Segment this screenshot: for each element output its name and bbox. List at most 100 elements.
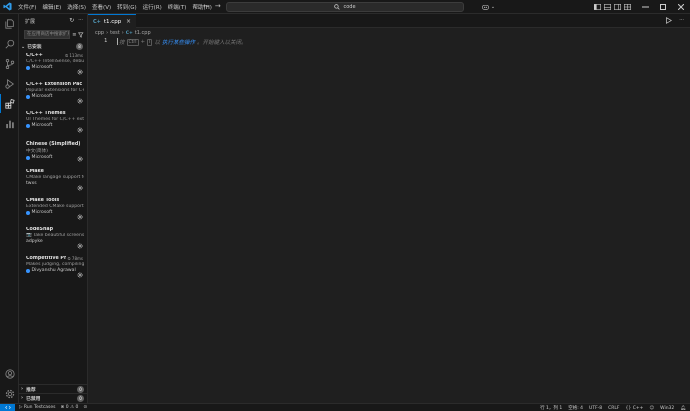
chevron-right-icon: › bbox=[21, 386, 24, 392]
extension-name: CodeSnap bbox=[26, 227, 54, 232]
disabled-count-badge: 0 bbox=[77, 395, 84, 402]
keybinding-key: I bbox=[147, 38, 153, 46]
maximize-icon[interactable] bbox=[654, 0, 672, 14]
encoding[interactable]: UTF-8 bbox=[589, 406, 602, 411]
extension-item[interactable]: C/C++ Extension Pack Popular extensions … bbox=[19, 80, 87, 109]
breadcrumb-item[interactable]: test bbox=[110, 30, 120, 36]
extension-description: Makes judging, compiling, and downloadin… bbox=[26, 262, 84, 267]
extension-item[interactable]: C/C++ Themes UI Themes for C/C++ extensi… bbox=[19, 109, 87, 138]
extension-description: Popular extensions for C++ development i… bbox=[26, 88, 84, 93]
vscode-logo-icon bbox=[0, 0, 14, 14]
chevron-down-icon[interactable]: ⌄ bbox=[490, 0, 496, 14]
empty-editor-hint: 按 Ctrl + I 以 执行某些操作 。开始键入以关闭。 bbox=[119, 38, 247, 46]
menu-edit[interactable]: 编辑(E) bbox=[39, 3, 64, 11]
more-actions-icon[interactable]: ··· bbox=[679, 17, 684, 24]
hint-action-link[interactable]: 执行某些操作 bbox=[162, 38, 195, 46]
extensions-list: C/C++ ⏲ 113ms C/C++ IntelliSense, debugg… bbox=[19, 51, 87, 283]
cpp-file-icon: C+ bbox=[125, 30, 133, 36]
manage-gear-icon[interactable] bbox=[77, 214, 83, 220]
manage-gear-icon[interactable] bbox=[77, 156, 83, 162]
remote-indicator-icon[interactable] bbox=[0, 403, 15, 411]
filter-icon[interactable] bbox=[78, 32, 84, 38]
extensions-search-input[interactable]: 在应用商店中搜索扩展 bbox=[24, 30, 71, 39]
menu-run[interactable]: 运行(R) bbox=[140, 3, 165, 11]
code-editor[interactable]: 1 按 Ctrl + I 以 执行某些操作 。开始键入以关闭。 bbox=[88, 37, 690, 403]
manage-gear-icon[interactable] bbox=[77, 243, 83, 249]
account-icon[interactable] bbox=[0, 364, 19, 383]
manage-gear-icon[interactable] bbox=[77, 127, 83, 133]
menu-terminal[interactable]: 终端(T) bbox=[165, 3, 190, 11]
toggle-primary-sidebar-icon[interactable] bbox=[592, 0, 602, 14]
manage-gear-icon[interactable] bbox=[77, 98, 83, 104]
extension-item[interactable]: Competitive Programming Helper (cph) ⏲ 7… bbox=[19, 254, 87, 283]
indentation[interactable]: 空格: 4 bbox=[568, 405, 583, 411]
manage-gear-icon[interactable] bbox=[77, 272, 83, 278]
toggle-panel-icon[interactable] bbox=[602, 0, 612, 14]
menu-go[interactable]: 转到(G) bbox=[114, 3, 140, 11]
clear-filter-icon[interactable]: ≡ bbox=[72, 32, 76, 38]
settings-gear-icon[interactable] bbox=[0, 384, 19, 403]
close-window-icon[interactable] bbox=[672, 0, 690, 14]
extension-name: C/C++ Themes bbox=[26, 111, 66, 116]
copilot-status-icon[interactable]: ☺ bbox=[649, 406, 654, 411]
language-mode[interactable]: {} C++ bbox=[626, 406, 644, 411]
tab-t1-cpp[interactable]: C+ t1.cpp × bbox=[88, 14, 136, 28]
recommended-section-header[interactable]: › 推荐 0 bbox=[19, 384, 88, 393]
menu-view[interactable]: 查看(V) bbox=[89, 3, 114, 11]
run-debug-icon[interactable] bbox=[0, 74, 19, 93]
source-control-icon[interactable] bbox=[0, 54, 19, 73]
problems-indicator[interactable]: ⊗ 0 ⚠ 0 bbox=[61, 405, 79, 410]
extension-item[interactable]: CMake CMake langage support for Visual S… bbox=[19, 167, 87, 196]
extension-publisher: twxs bbox=[26, 181, 37, 186]
customize-layout-icon[interactable] bbox=[622, 0, 632, 14]
recommended-count-badge: 0 bbox=[77, 386, 84, 393]
forward-arrow-icon[interactable]: → bbox=[215, 2, 221, 10]
manage-gear-icon[interactable] bbox=[77, 185, 83, 191]
breadcrumb-item[interactable]: t1.cpp bbox=[135, 30, 151, 36]
broadcast-icon[interactable]: ⊙ bbox=[83, 405, 87, 410]
explorer-icon[interactable] bbox=[0, 14, 19, 33]
chevron-down-icon: ⌄ bbox=[21, 43, 26, 50]
minimize-icon[interactable] bbox=[636, 0, 654, 14]
manage-gear-icon[interactable] bbox=[77, 69, 83, 75]
extension-item[interactable]: CodeSnap 📷 Take beautiful screenshots of… bbox=[19, 225, 87, 254]
command-center-text: code bbox=[343, 4, 356, 10]
disabled-label: 已禁用 bbox=[26, 396, 41, 402]
extension-item[interactable]: CMake Tools Extended CMake support in Vi… bbox=[19, 196, 87, 225]
verified-badge-icon bbox=[26, 65, 30, 70]
copilot-icon[interactable] bbox=[480, 0, 490, 14]
run-code-icon[interactable] bbox=[665, 17, 673, 24]
more-actions-icon[interactable]: ··· bbox=[78, 17, 83, 24]
extension-name: C/C++ Extension Pack bbox=[26, 82, 82, 87]
back-arrow-icon[interactable]: ← bbox=[203, 2, 209, 10]
platform[interactable]: Win32 bbox=[660, 406, 674, 411]
command-center-search[interactable]: code bbox=[226, 2, 464, 12]
extension-publisher: Microsoft bbox=[31, 94, 53, 99]
extension-name: CMake Tools bbox=[26, 198, 60, 203]
end-of-line[interactable]: CRLF bbox=[608, 406, 619, 411]
extension-item[interactable]: Chinese (Simplified) (简体中文) 中文(简体) Micro… bbox=[19, 138, 87, 167]
tab-label: t1.cpp bbox=[103, 18, 122, 25]
disabled-section-header[interactable]: › 已禁用 0 bbox=[19, 393, 88, 402]
refresh-icon[interactable]: ↻ bbox=[69, 17, 74, 24]
extension-description: CMake langage support for Visual Studio … bbox=[26, 175, 84, 180]
breadcrumb: cpp › test › C+ t1.cpp bbox=[95, 29, 151, 37]
close-icon[interactable]: × bbox=[126, 18, 131, 25]
cursor-position[interactable]: 行 1，列 1 bbox=[540, 405, 562, 411]
run-testcases-button[interactable]: ▷ Run Testcases bbox=[19, 405, 56, 410]
breadcrumb-item[interactable]: cpp bbox=[95, 30, 104, 36]
toggle-secondary-sidebar-icon[interactable] bbox=[612, 0, 622, 14]
search-icon bbox=[334, 4, 341, 10]
menu-file[interactable]: 文件(F) bbox=[15, 3, 39, 11]
search-icon[interactable] bbox=[0, 34, 19, 53]
menu-bar: 文件(F) 编辑(E) 选择(S) 查看(V) 转到(G) 运行(R) 终端(T… bbox=[15, 3, 215, 11]
menu-selection[interactable]: 选择(S) bbox=[64, 3, 89, 11]
testing-chart-icon[interactable] bbox=[0, 114, 19, 133]
extension-item[interactable]: C/C++ ⏲ 113ms C/C++ IntelliSense, debugg… bbox=[19, 51, 87, 80]
extension-publisher: Microsoft bbox=[31, 210, 53, 215]
installed-section-header[interactable]: ⌄ 已安装 8 bbox=[19, 42, 87, 51]
extension-name: CMake bbox=[26, 169, 44, 174]
text-cursor bbox=[117, 38, 118, 45]
extensions-icon[interactable] bbox=[0, 94, 19, 113]
notifications-bell-icon[interactable]: 🔔︎ bbox=[680, 406, 686, 411]
